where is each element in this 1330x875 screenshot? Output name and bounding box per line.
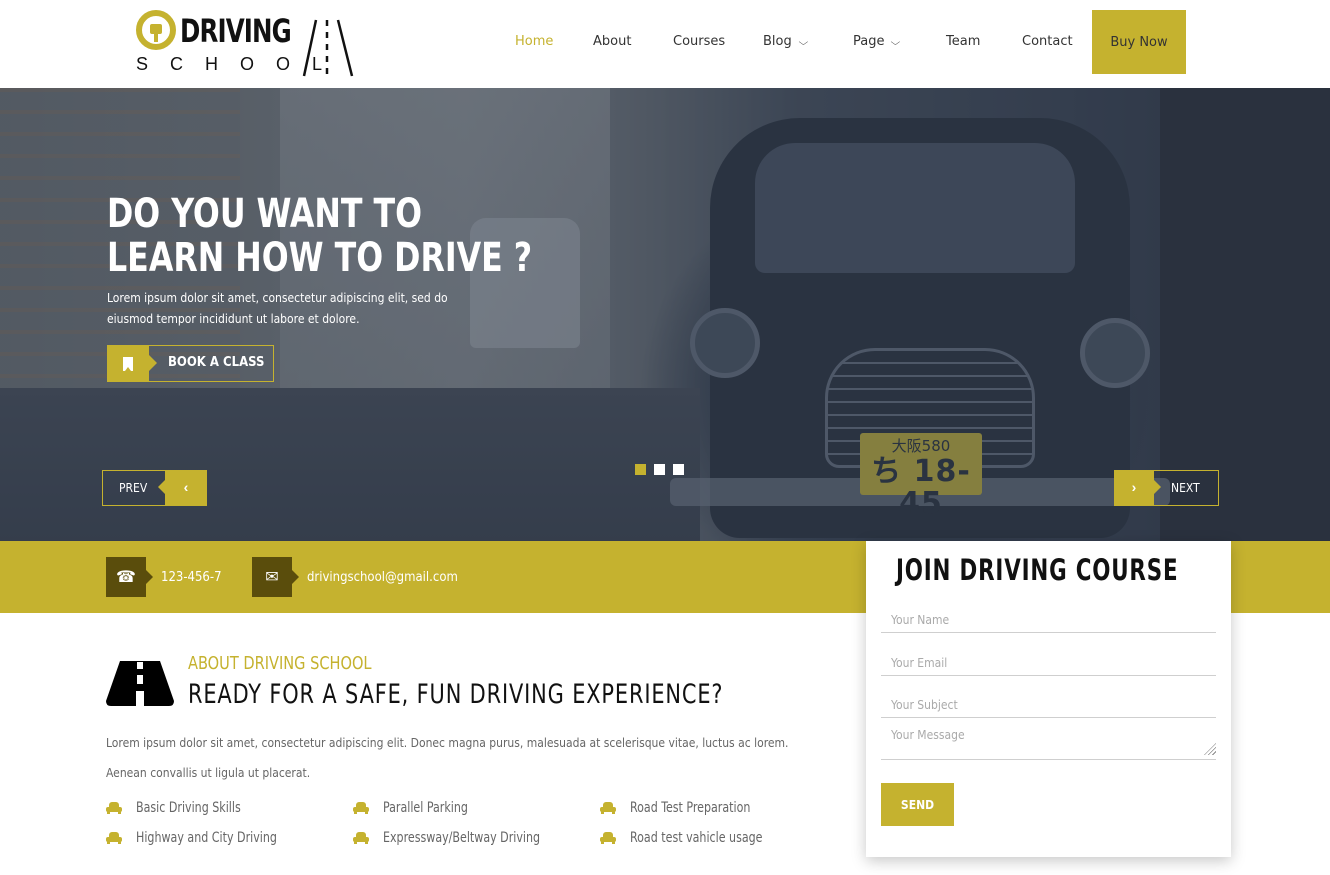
prev-slide-button[interactable]: PREV ‹ <box>102 470 207 506</box>
nav-team-label: Team <box>946 34 981 49</box>
join-course-form: JOIN DRIVING COURSE SEND <box>866 541 1231 857</box>
slider-dots <box>635 464 684 475</box>
phone-icon: ☎ <box>106 557 153 597</box>
feature-label: Expressway/Beltway Driving <box>383 829 541 846</box>
hero-slider: 大阪580 ち 18-45 DO YOU WANT TO LEARN HOW T… <box>0 88 1330 541</box>
feature-item: Road test vahicle usage <box>600 828 846 847</box>
feature-label: Road test vahicle usage <box>630 829 763 846</box>
car-icon <box>600 831 616 844</box>
road-icon <box>106 661 174 706</box>
chevron-down-icon: ⌵ <box>798 38 808 48</box>
about-subtitle: ABOUT DRIVING SCHOOL <box>188 653 372 674</box>
chevron-down-icon: ⌵ <box>891 38 901 48</box>
feature-label: Highway and City Driving <box>136 829 277 846</box>
nav-contact-label: Contact <box>1022 34 1073 49</box>
nav-team[interactable]: Team <box>946 34 980 49</box>
nav-home-label: Home <box>515 34 554 49</box>
chevron-left-icon: ‹ <box>158 470 207 506</box>
car-icon <box>106 801 122 814</box>
buy-now-button[interactable]: Buy Now <box>1092 10 1186 74</box>
nav-page-label: Page <box>853 34 885 49</box>
nav-courses-label: Courses <box>673 34 726 49</box>
chevron-right-icon: › <box>1114 470 1161 506</box>
name-input[interactable] <box>881 607 1216 633</box>
feature-item: Parallel Parking <box>353 798 600 817</box>
feature-label: Basic Driving Skills <box>136 799 241 816</box>
slider-dot-3[interactable] <box>673 464 684 475</box>
steering-wheel-icon <box>136 10 176 50</box>
feature-label: Parallel Parking <box>383 799 468 816</box>
contact-email[interactable]: ✉ drivingschool@gmail.com <box>252 557 458 597</box>
nav-contact[interactable]: Contact <box>1022 34 1073 49</box>
phone-number: 123-456-7 <box>161 569 222 585</box>
car-icon <box>353 831 369 844</box>
car-icon <box>106 831 122 844</box>
about-text: Lorem ipsum dolor sit amet, consectetur … <box>106 736 789 780</box>
email-input[interactable] <box>881 650 1216 676</box>
car-icon <box>353 801 369 814</box>
hero-title-line2: LEARN HOW TO DRIVE ? <box>107 235 533 281</box>
hero-title-line1: DO YOU WANT TO <box>107 191 423 237</box>
message-textarea[interactable] <box>881 716 1216 760</box>
site-header: DRIVING SCHOOL Home About Courses Blog ⌵ … <box>0 0 1330 88</box>
road-lines-icon <box>302 19 354 77</box>
prev-label: PREV <box>119 481 148 495</box>
hero-text: Lorem ipsum dolor sit amet, consectetur … <box>107 291 448 326</box>
book-a-class-button[interactable]: BOOK A CLASS <box>107 345 274 382</box>
bookmark-glyph <box>123 357 133 371</box>
slider-dot-1[interactable] <box>635 464 646 475</box>
about-title: READY FOR A SAFE, FUN DRIVING EXPERIENCE… <box>188 679 724 710</box>
logo-word-driving: DRIVING <box>180 12 292 50</box>
bookmark-icon <box>107 345 157 382</box>
feature-label: Road Test Preparation <box>630 799 751 816</box>
nav-courses[interactable]: Courses <box>673 34 725 49</box>
feature-item: Road Test Preparation <box>600 798 846 817</box>
envelope-icon: ✉ <box>252 557 299 597</box>
feature-item: Highway and City Driving <box>106 828 353 847</box>
logo[interactable]: DRIVING SCHOOL <box>136 8 356 80</box>
next-label: NEXT <box>1171 481 1200 495</box>
hero-title: DO YOU WANT TO LEARN HOW TO DRIVE ? <box>107 192 532 280</box>
car-icon <box>600 801 616 814</box>
email-address: drivingschool@gmail.com <box>307 569 458 585</box>
nav-home[interactable]: Home <box>515 34 553 49</box>
feature-item: Expressway/Beltway Driving <box>353 828 600 847</box>
feature-item: Basic Driving Skills <box>106 798 353 817</box>
subject-input[interactable] <box>881 692 1216 718</box>
nav-about[interactable]: About <box>593 34 631 49</box>
feature-list: Basic Driving Skills Parallel Parking Ro… <box>106 798 846 847</box>
book-a-class-label: BOOK A CLASS <box>168 355 265 370</box>
slider-dot-2[interactable] <box>654 464 665 475</box>
nav-blog-label: Blog <box>763 34 792 49</box>
nav-page[interactable]: Page ⌵ <box>853 34 901 49</box>
nav-blog[interactable]: Blog ⌵ <box>763 34 808 49</box>
next-slide-button[interactable]: › NEXT <box>1114 470 1219 506</box>
form-title: JOIN DRIVING COURSE <box>896 553 1179 587</box>
nav-about-label: About <box>593 34 632 49</box>
send-button[interactable]: SEND <box>881 783 954 826</box>
contact-phone[interactable]: ☎ 123-456-7 <box>106 557 222 597</box>
